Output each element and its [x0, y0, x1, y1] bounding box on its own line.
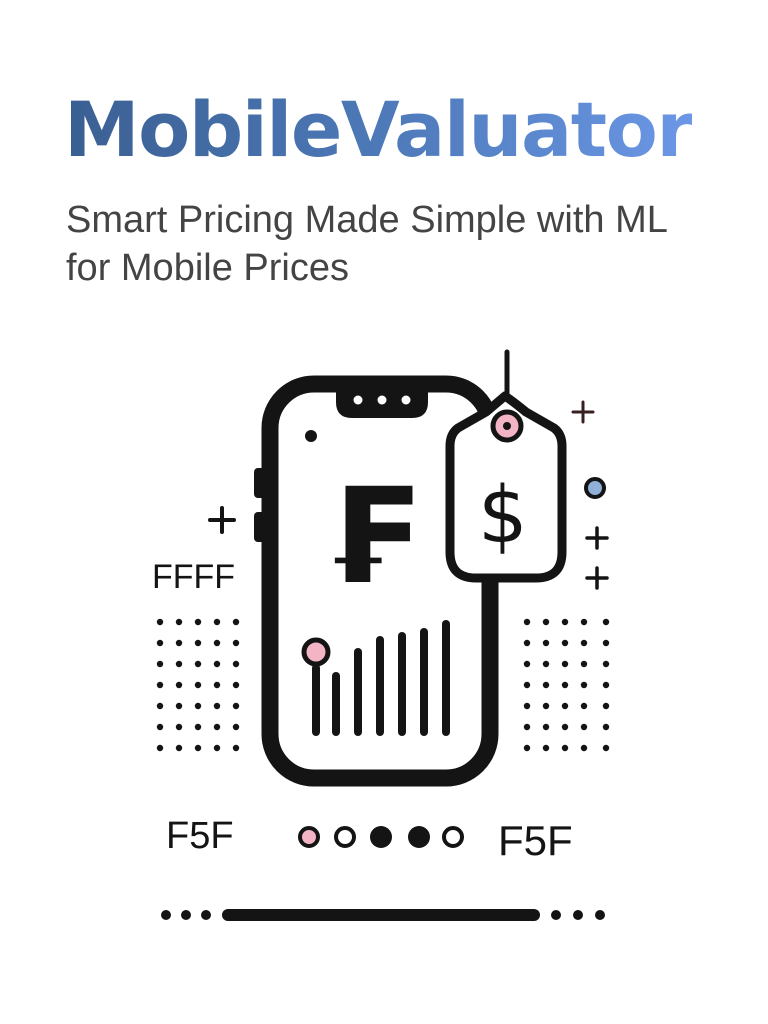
plus-icon: [585, 526, 609, 550]
dot-grid-left: [156, 618, 240, 752]
bottom-label-left: F5F: [166, 815, 234, 857]
divider-line: [161, 909, 605, 921]
dollar-icon: $: [478, 471, 528, 561]
landing-page: MobileValuator Smart Pricing Made Simple…: [0, 0, 768, 1024]
dot-grid-right: [523, 618, 610, 752]
indicator-dot: [370, 826, 392, 848]
indicator-dot: [298, 826, 320, 848]
side-label-left: FFFF: [152, 558, 235, 596]
plus-icon: [208, 506, 236, 534]
hero-illustration: FFFF ₣ $ F5F F5F: [152, 349, 610, 921]
accent-dot: [584, 477, 606, 499]
indicator-dot: [334, 826, 356, 848]
indicator-dot: [408, 826, 430, 848]
plus-icon: [585, 566, 609, 590]
page-indicator: [298, 826, 464, 848]
bottom-label-right: F5F: [498, 817, 573, 864]
plus-icon: [571, 400, 595, 424]
franc-icon: ₣: [325, 460, 417, 614]
indicator-dot: [442, 826, 464, 848]
